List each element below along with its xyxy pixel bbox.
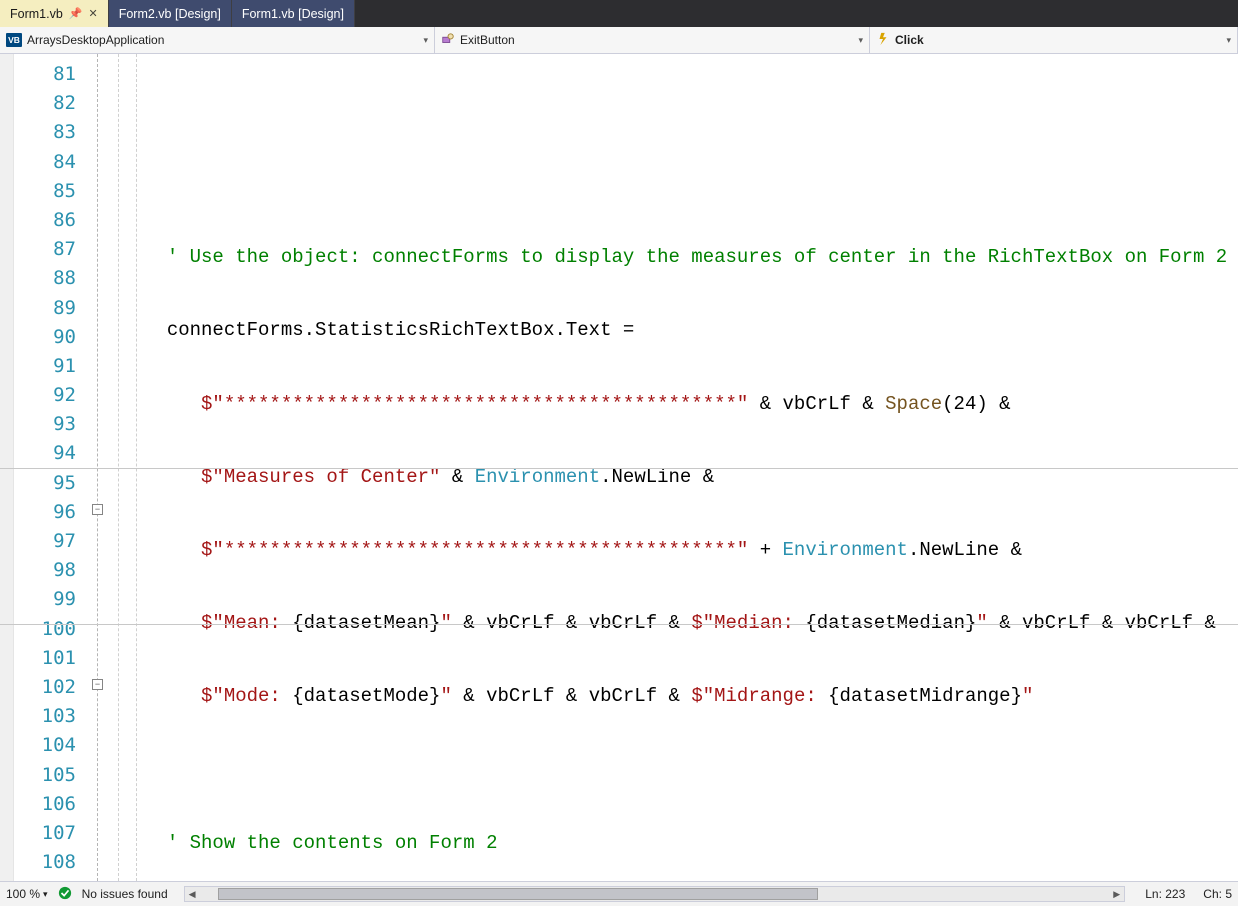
tab-form2-design[interactable]: Form2.vb [Design]	[109, 0, 232, 27]
tab-form1-design[interactable]: Form1.vb [Design]	[232, 0, 355, 27]
horizontal-scrollbar[interactable]: ◀ ▶	[184, 886, 1126, 902]
close-icon[interactable]: ✕	[89, 7, 98, 20]
project-name: ArraysDesktopApplication	[27, 33, 164, 47]
tab-label: Form2.vb [Design]	[119, 7, 221, 21]
vb-icon: VB	[6, 33, 22, 47]
pin-icon[interactable]: 📌	[69, 7, 83, 20]
tab-form1-vb[interactable]: Form1.vb 📌 ✕	[0, 0, 109, 27]
zoom-level[interactable]: 100 % ▾	[6, 887, 48, 901]
event-icon	[876, 32, 890, 49]
cursor-position: Ln: 223 Ch: 5	[1145, 887, 1232, 901]
chevron-down-icon: ▾	[43, 889, 48, 900]
file-tabs: Form1.vb 📌 ✕ Form2.vb [Design] Form1.vb …	[0, 0, 1238, 27]
scrollbar-thumb[interactable]	[218, 888, 818, 900]
code-area[interactable]: ' Use the object: connectForms to displa…	[144, 54, 1238, 881]
tab-label: Form1.vb [Design]	[242, 7, 344, 21]
project-dropdown[interactable]: VB ArraysDesktopApplication ▾	[0, 27, 435, 53]
chevron-down-icon: ▾	[858, 35, 863, 46]
object-dropdown[interactable]: ExitButton ▾	[435, 27, 870, 53]
issues-text[interactable]: No issues found	[82, 887, 168, 901]
status-bar: 100 % ▾ No issues found ◀ ▶ Ln: 223 Ch: …	[0, 881, 1238, 906]
member-dropdown[interactable]: Click ▾	[870, 27, 1238, 53]
chevron-down-icon: ▾	[423, 35, 428, 46]
scroll-right-arrow[interactable]: ▶	[1109, 889, 1124, 900]
navigation-bar: VB ArraysDesktopApplication ▾ ExitButton…	[0, 27, 1238, 54]
object-icon	[441, 32, 455, 49]
object-name: ExitButton	[460, 33, 515, 47]
member-name: Click	[895, 33, 924, 47]
code-editor[interactable]: 81 82 83 84 85 86 87 88 89 90 91 92 93 9…	[0, 54, 1238, 881]
fold-toggle[interactable]: −	[92, 679, 103, 690]
tab-label: Form1.vb	[10, 7, 63, 21]
fold-toggle[interactable]: −	[92, 504, 103, 515]
check-icon	[58, 886, 72, 903]
chevron-down-icon: ▾	[1226, 35, 1231, 46]
scroll-left-arrow[interactable]: ◀	[185, 889, 200, 900]
